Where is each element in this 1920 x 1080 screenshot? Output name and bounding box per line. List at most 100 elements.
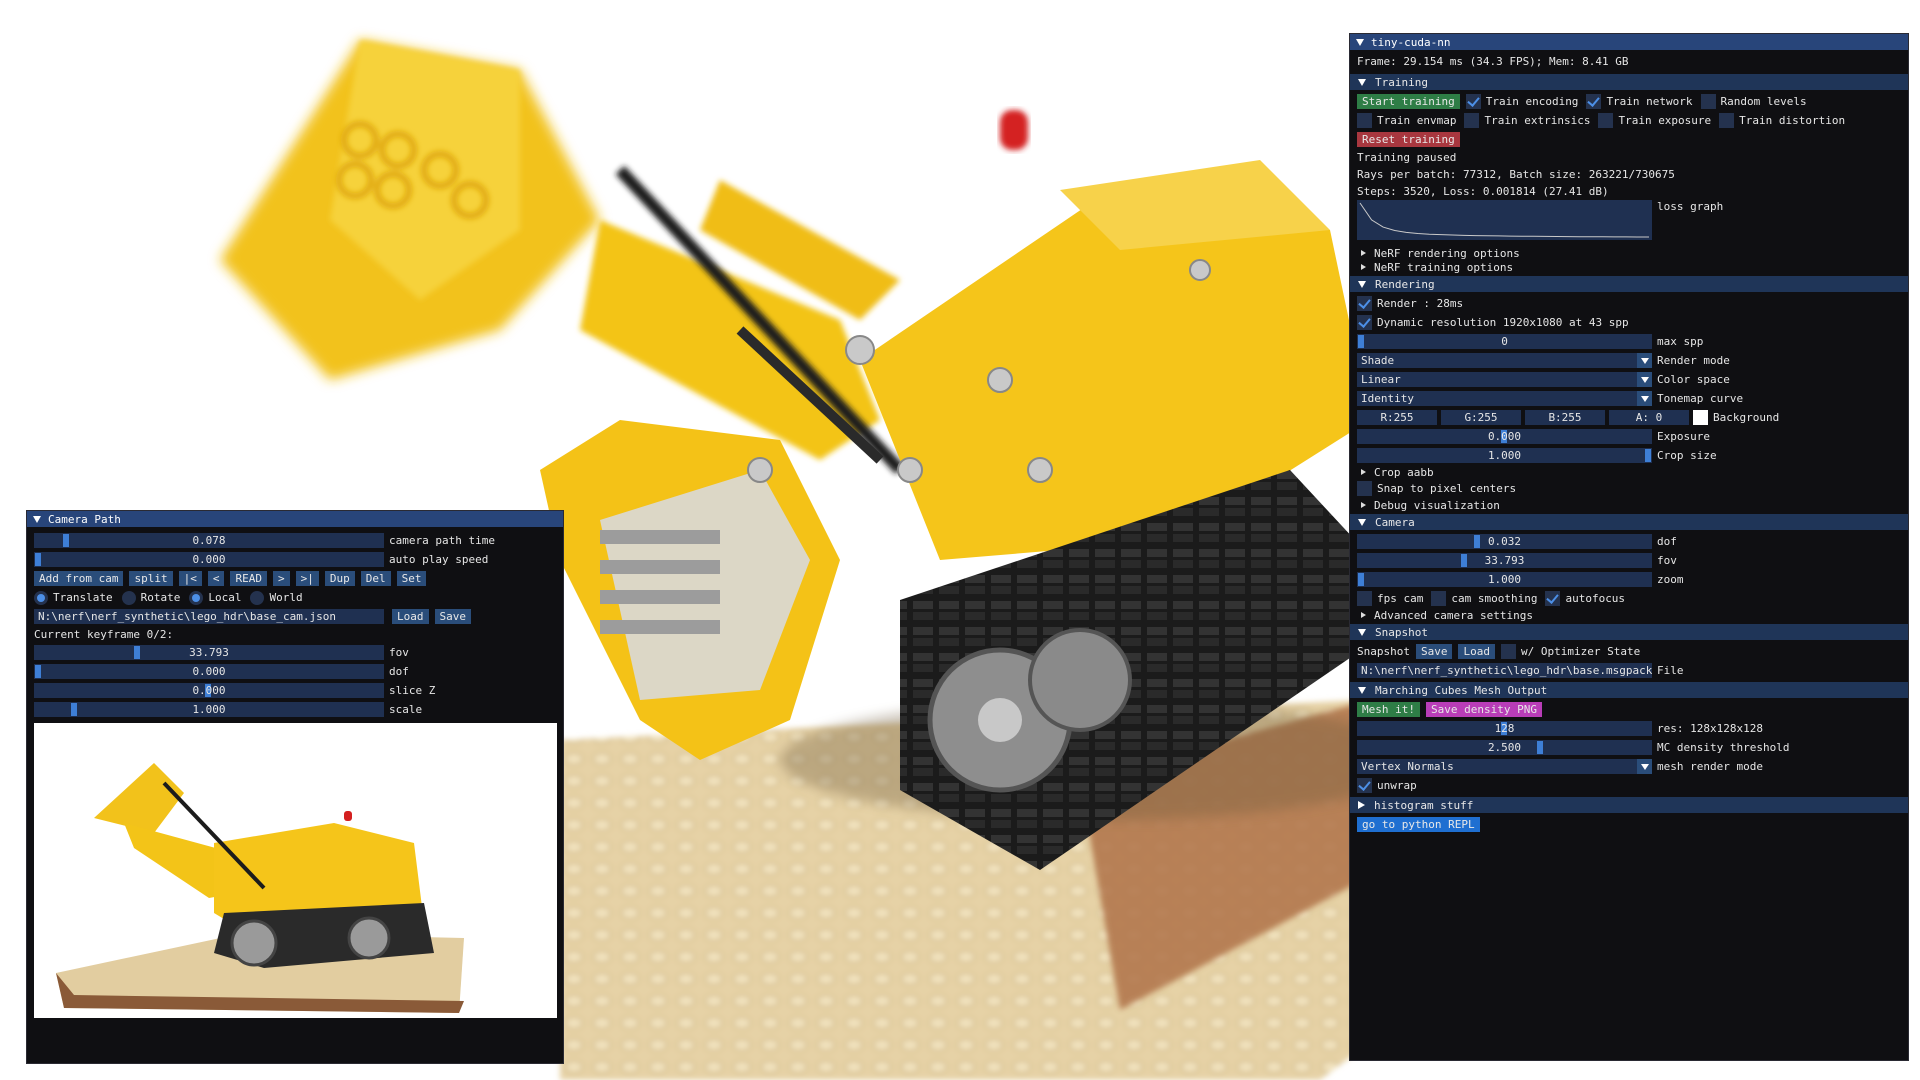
loss-graph-label: loss graph	[1657, 200, 1724, 213]
background-b-field[interactable]: B:255	[1525, 410, 1605, 425]
check-icon	[1586, 94, 1602, 109]
training-header-label: Training	[1375, 75, 1428, 89]
add-from-cam-button[interactable]: Add from cam	[34, 571, 124, 586]
translate-radio[interactable]: Translate	[34, 590, 113, 605]
slice-z-slider[interactable]: 0.000	[34, 683, 384, 698]
crop-aabb-tree[interactable]: Crop aabb	[1350, 465, 1908, 479]
set-button[interactable]: Set	[396, 571, 427, 586]
advanced-camera-tree[interactable]: Advanced camera settings	[1350, 608, 1908, 622]
train-envmap-checkbox[interactable]: Train envmap	[1357, 113, 1456, 128]
cam-smoothing-checkbox[interactable]: cam smoothing	[1431, 591, 1537, 606]
background-r-field[interactable]: R:255	[1357, 410, 1437, 425]
checkbox-box	[1700, 94, 1716, 109]
world-radio[interactable]: World	[250, 590, 303, 605]
chevron-down-icon[interactable]	[1637, 372, 1652, 387]
keyframe-scale-value: 1.000	[192, 703, 226, 716]
exposure-slider[interactable]: 0.000	[1357, 429, 1652, 444]
main-window-title-bar[interactable]: tiny-cuda-nn	[1350, 34, 1908, 50]
chevron-down-icon[interactable]	[1637, 353, 1652, 368]
dup-button[interactable]: Dup	[324, 571, 355, 586]
read-button[interactable]: READ	[230, 571, 267, 586]
snap-pixel-checkbox[interactable]: Snap to pixel centers	[1357, 481, 1516, 496]
debug-visualization-tree[interactable]: Debug visualization	[1350, 498, 1908, 512]
train-encoding-checkbox[interactable]: Train encoding	[1465, 94, 1578, 109]
checkbox-box	[1500, 644, 1516, 659]
prev-keyframe-button[interactable]: <	[207, 571, 225, 586]
steps-info: Steps: 3520, Loss: 0.001814 (27.41 dB)	[1357, 185, 1609, 198]
last-keyframe-button[interactable]: >|	[295, 571, 319, 586]
collapse-triangle-icon[interactable]	[1356, 38, 1364, 46]
zoom-slider[interactable]: 1.000	[1357, 572, 1652, 587]
crop-size-slider[interactable]: 1.000	[1357, 448, 1652, 463]
train-extrinsics-checkbox[interactable]: Train extrinsics	[1464, 113, 1590, 128]
camera-path-title-bar[interactable]: Camera Path	[27, 511, 563, 527]
train-distortion-checkbox[interactable]: Train distortion	[1719, 113, 1845, 128]
nerf-training-options-tree[interactable]: NeRF training options	[1350, 260, 1908, 274]
save-density-png-button[interactable]: Save density PNG	[1425, 702, 1542, 717]
camera-path-save-button[interactable]: Save	[434, 609, 471, 624]
start-training-button[interactable]: Start training	[1357, 94, 1460, 109]
background-a-field[interactable]: A: 0	[1609, 410, 1689, 425]
keyframe-scale-slider[interactable]: 1.000	[34, 702, 384, 717]
train-network-checkbox[interactable]: Train network	[1586, 94, 1693, 109]
next-keyframe-button[interactable]: >	[272, 571, 290, 586]
unwrap-checkbox[interactable]: unwrap	[1357, 778, 1417, 793]
collapse-triangle-icon[interactable]	[33, 515, 41, 523]
snapshot-load-button[interactable]: Load	[1458, 644, 1495, 659]
histogram-header[interactable]: histogram stuff	[1350, 797, 1908, 813]
keyframe-scale-label: scale	[389, 703, 423, 716]
first-keyframe-button[interactable]: |<	[178, 571, 202, 586]
snapshot-header[interactable]: Snapshot	[1350, 624, 1908, 640]
max-spp-slider[interactable]: 0	[1357, 334, 1652, 349]
snapshot-file-input[interactable]: N:\nerf\nerf_synthetic\lego_hdr\base.msg…	[1357, 663, 1652, 678]
nerf-training-options-label: NeRF training options	[1374, 260, 1514, 274]
fov-slider[interactable]: 33.793	[1357, 553, 1652, 568]
mesh-it-button[interactable]: Mesh it!	[1357, 702, 1420, 717]
render-mode-combo[interactable]: Shade	[1357, 353, 1652, 368]
mesh-output-header[interactable]: Marching Cubes Mesh Output	[1350, 682, 1908, 698]
chevron-down-icon[interactable]	[1637, 759, 1652, 774]
background-g-field[interactable]: G:255	[1441, 410, 1521, 425]
del-button[interactable]: Del	[360, 571, 391, 586]
camera-path-load-button[interactable]: Load	[392, 609, 429, 624]
autofocus-checkbox[interactable]: autofocus	[1545, 591, 1625, 606]
mesh-res-slider[interactable]: 128	[1357, 721, 1652, 736]
color-space-combo[interactable]: Linear	[1357, 372, 1652, 387]
train-network-label: Train network	[1606, 95, 1693, 108]
camera-header[interactable]: Camera	[1350, 514, 1908, 530]
camera-path-time-slider[interactable]: 0.078	[34, 533, 384, 548]
keyframe-fov-label: fov	[389, 646, 409, 659]
loss-curve-line	[1359, 202, 1649, 238]
snapshot-save-button[interactable]: Save	[1415, 644, 1453, 659]
tonemap-value: Identity	[1361, 392, 1414, 405]
train-distortion-label: Train distortion	[1739, 114, 1846, 127]
random-levels-checkbox[interactable]: Random levels	[1700, 94, 1807, 109]
local-radio[interactable]: Local	[189, 590, 241, 605]
camera-path-file-input[interactable]: N:\nerf\nerf_synthetic\lego_hdr\base_cam…	[34, 609, 384, 624]
rendering-header[interactable]: Rendering	[1350, 276, 1908, 292]
mesh-render-mode-combo[interactable]: Vertex Normals	[1357, 759, 1652, 774]
camera-path-time-value: 0.078	[192, 534, 226, 547]
dof-slider[interactable]: 0.032	[1357, 534, 1652, 549]
optimizer-state-checkbox[interactable]: w/ Optimizer State	[1500, 644, 1640, 659]
reset-training-button[interactable]: Reset training	[1357, 132, 1460, 147]
dynamic-resolution-checkbox[interactable]: Dynamic resolution 1920x1080 at 43 spp	[1357, 315, 1629, 330]
main-window-title: tiny-cuda-nn	[1371, 35, 1451, 49]
mc-threshold-slider[interactable]: 2.500	[1357, 740, 1652, 755]
train-exposure-checkbox[interactable]: Train exposure	[1598, 113, 1711, 128]
keyframe-fov-slider[interactable]: 33.793	[34, 645, 384, 660]
auto-play-speed-slider[interactable]: 0.000	[34, 552, 384, 567]
checkbox-box	[1719, 113, 1735, 128]
rotate-radio[interactable]: Rotate	[121, 590, 180, 605]
python-repl-button[interactable]: go to python REPL	[1357, 817, 1480, 832]
nerf-rendering-options-tree[interactable]: NeRF rendering options	[1350, 246, 1908, 260]
keyframe-dof-slider[interactable]: 0.000	[34, 664, 384, 679]
chevron-down-icon[interactable]	[1637, 391, 1652, 406]
tonemap-combo[interactable]: Identity	[1357, 391, 1652, 406]
fps-cam-checkbox[interactable]: fps cam	[1357, 591, 1423, 606]
background-color-swatch[interactable]	[1693, 410, 1708, 425]
training-header[interactable]: Training	[1350, 74, 1908, 90]
background-g-value: G:255	[1464, 411, 1498, 424]
render-checkbox[interactable]: Render : 28ms	[1357, 296, 1463, 311]
split-button[interactable]: split	[129, 571, 173, 586]
